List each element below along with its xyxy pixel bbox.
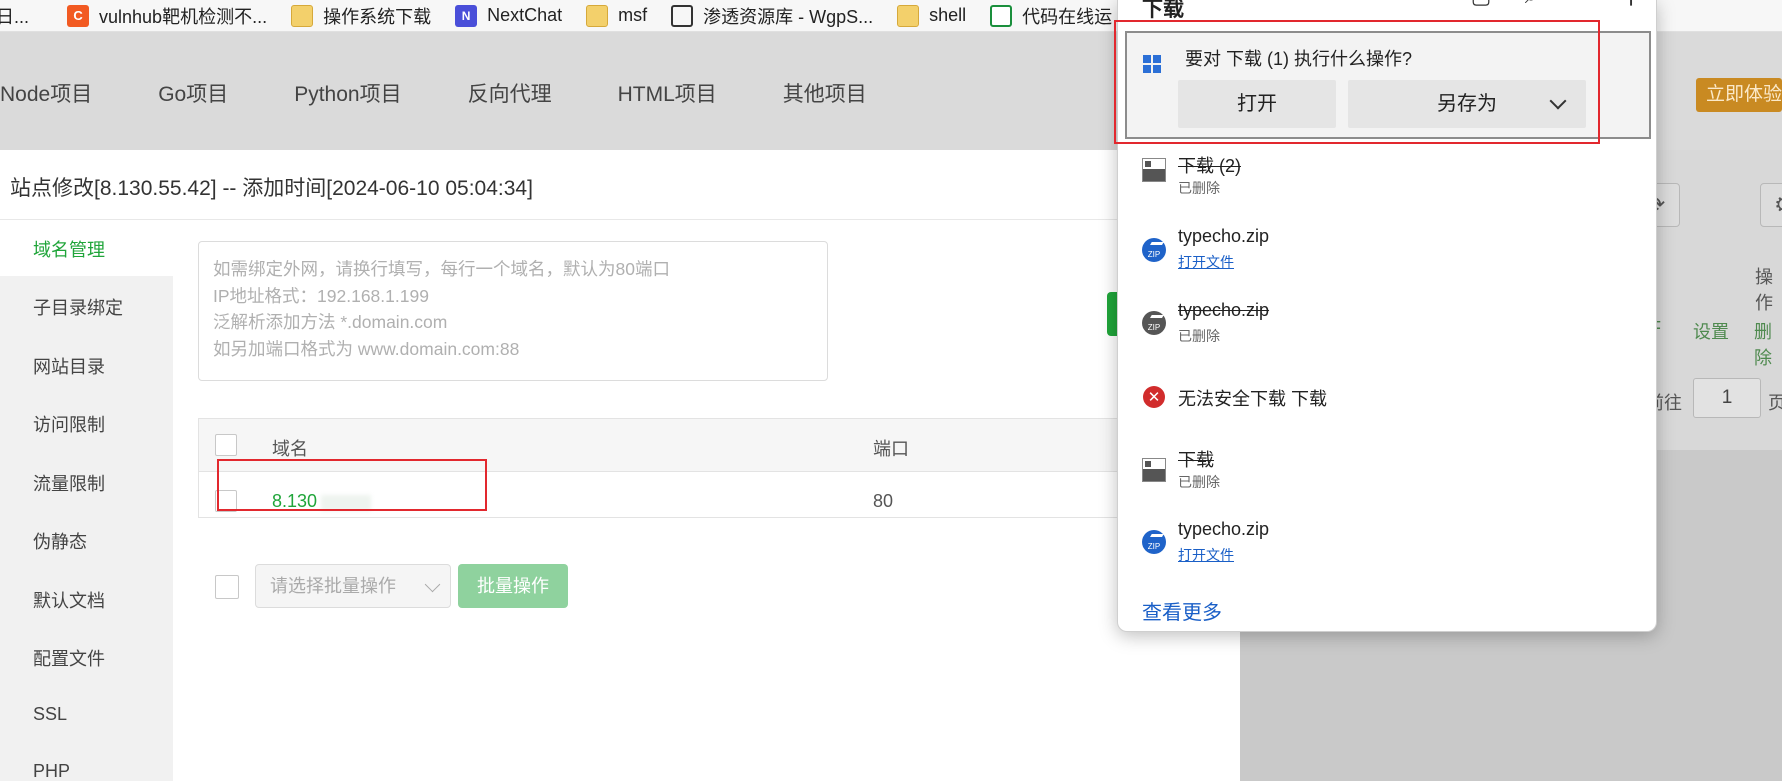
zip-icon: ZIP	[1142, 238, 1166, 262]
highlight-box-download-prompt	[1114, 20, 1600, 144]
sidebar-item-ssl[interactable]: SSL	[33, 704, 67, 725]
download-item-status: 已删除	[1178, 180, 1220, 196]
site-edit-dialog: 站点修改[8.130.55.42] -- 添加时间[2024-06-10 05:…	[0, 150, 1240, 781]
domain-textarea[interactable]: 如需绑定外网，请换行填写，每行一个域名，默认为80端口 IP地址格式：192.1…	[198, 241, 828, 381]
download-item-name[interactable]: typecho.zip	[1178, 519, 1269, 540]
placeholder-line: IP地址格式：192.168.1.199	[213, 285, 429, 306]
zip-icon: ZIP	[1142, 311, 1166, 335]
bookmark-item[interactable]: 操作系统下载	[291, 0, 432, 31]
pin-icon[interactable]: ⚲	[1618, 0, 1644, 12]
sidebar-item-config[interactable]: 配置文件	[33, 645, 105, 671]
placeholder-line: 如另加端口格式为 www.domain.com:88	[213, 338, 520, 359]
downloads-toolbar: ▢ ⌕ ⋯ ⚲	[1468, 0, 1668, 12]
bookmark-item[interactable]: C vulnhub靶机检测不...	[67, 0, 268, 31]
download-item-name[interactable]: typecho.zip	[1178, 226, 1269, 247]
folder-icon	[291, 4, 314, 27]
bookmark-label: 操作系统下载	[323, 6, 432, 27]
delete-link[interactable]: 删除	[1754, 318, 1782, 370]
column-header-domain: 域名	[272, 439, 308, 459]
bookmark-item[interactable]: 日...	[0, 0, 30, 31]
download-item-name[interactable]: 下载	[1178, 446, 1214, 472]
column-header-port: 端口	[873, 439, 909, 459]
zip-icon: ZIP	[1142, 530, 1166, 554]
settings-button[interactable]: ⚙	[1760, 183, 1782, 227]
bookmark-label: shell	[929, 5, 967, 25]
open-file-link[interactable]: 打开文件	[1178, 545, 1234, 565]
select-all-checkbox[interactable]	[215, 434, 237, 456]
bookmark-item[interactable]: 渗透资源库 - WgpS...	[671, 0, 874, 31]
dialog-title: 站点修改[8.130.55.42] -- 添加时间[2024-06-10 05:…	[10, 177, 533, 200]
nextchat-icon: N	[455, 4, 478, 27]
file-icon	[1142, 458, 1166, 482]
bookmark-label: 渗透资源库 - WgpS...	[703, 6, 874, 27]
download-item-status: 已删除	[1178, 328, 1220, 344]
sidebar-item-php[interactable]: PHP	[33, 761, 70, 781]
download-item-name[interactable]: 下载 (2)	[1178, 152, 1241, 178]
try-now-button[interactable]: 立即体验	[1696, 78, 1782, 112]
download-item-status: 已删除	[1178, 474, 1220, 490]
open-file-link[interactable]: 打开文件	[1178, 252, 1234, 272]
sidebar-item-traffic[interactable]: 流量限制	[33, 470, 105, 496]
sidebar-item-subdir[interactable]: 子目录绑定	[33, 294, 123, 320]
bookmark-label: NextChat	[487, 5, 563, 25]
batch-operation-button[interactable]: 批量操作	[458, 564, 568, 608]
download-item-name[interactable]: 无法安全下载 下载	[1178, 385, 1327, 411]
page-input[interactable]: 1	[1693, 378, 1761, 418]
sidebar-item-access[interactable]: 访问限制	[33, 411, 105, 437]
bookmark-label: 代码在线运	[1022, 6, 1113, 27]
bookmark-label: 日...	[0, 6, 30, 27]
wolf-icon	[671, 4, 694, 27]
bookmark-item[interactable]: N NextChat	[455, 0, 563, 31]
error-icon: ✕	[1143, 386, 1165, 408]
bookmark-item[interactable]: 代码在线运	[990, 0, 1113, 31]
select-placeholder: 请选择批量操作	[270, 576, 396, 596]
batch-checkbox[interactable]	[215, 575, 239, 599]
bookmark-item[interactable]: shell	[897, 0, 967, 31]
add-button-edge[interactable]	[1107, 292, 1117, 336]
placeholder-line: 如需绑定外网，请换行填写，每行一个域名，默认为80端口	[213, 259, 670, 279]
placeholder-line: 泛解析添加方法 *.domain.com	[213, 312, 448, 332]
folder-icon	[897, 4, 920, 27]
bookmark-label: msf	[618, 5, 648, 25]
nav-item-html[interactable]: HTML项目	[618, 78, 717, 108]
gear-icon: ⚙	[1774, 192, 1782, 217]
nav-item-other[interactable]: 其他项目	[783, 78, 867, 108]
sidebar-item-rewrite[interactable]: 伪静态	[33, 528, 87, 554]
nav-item-go[interactable]: Go项目	[158, 78, 228, 108]
highlight-box-domain	[217, 459, 487, 511]
bookmark-label: vulnhub靶机检测不...	[99, 6, 268, 27]
settings-link[interactable]: 设置	[1693, 318, 1729, 344]
orange-c-icon: C	[67, 4, 90, 27]
operation-column-header: 操作	[1755, 267, 1773, 313]
project-nav: Node项目 Go项目 Python项目 反向代理 HTML项目 其他项目	[0, 78, 933, 108]
divider	[0, 219, 1240, 220]
sidebar-item-domain[interactable]: 域名管理	[33, 236, 105, 262]
folder-open-icon[interactable]: ▢	[1468, 0, 1494, 12]
more-icon[interactable]: ⋯	[1568, 0, 1594, 12]
folder-icon	[586, 4, 609, 27]
nav-item-proxy[interactable]: 反向代理	[468, 78, 552, 108]
bookmark-item[interactable]: msf	[586, 0, 648, 31]
nav-item-node[interactable]: Node项目	[0, 78, 92, 108]
see-more-link[interactable]: 查看更多	[1142, 596, 1222, 625]
sidebar-item-site-dir[interactable]: 网站目录	[33, 353, 105, 379]
chevron-down-icon	[424, 576, 441, 593]
download-item-name[interactable]: typecho.zip	[1178, 300, 1269, 321]
code-icon	[990, 4, 1013, 27]
search-icon[interactable]: ⌕	[1518, 0, 1544, 12]
port-cell: 80	[873, 491, 894, 511]
nav-item-python[interactable]: Python项目	[294, 78, 401, 108]
batch-operation-select[interactable]: 请选择批量操作	[255, 564, 451, 608]
file-icon	[1142, 158, 1166, 182]
page-suffix: 页	[1768, 393, 1782, 413]
sidebar-item-default-doc[interactable]: 默认文档	[33, 587, 105, 613]
